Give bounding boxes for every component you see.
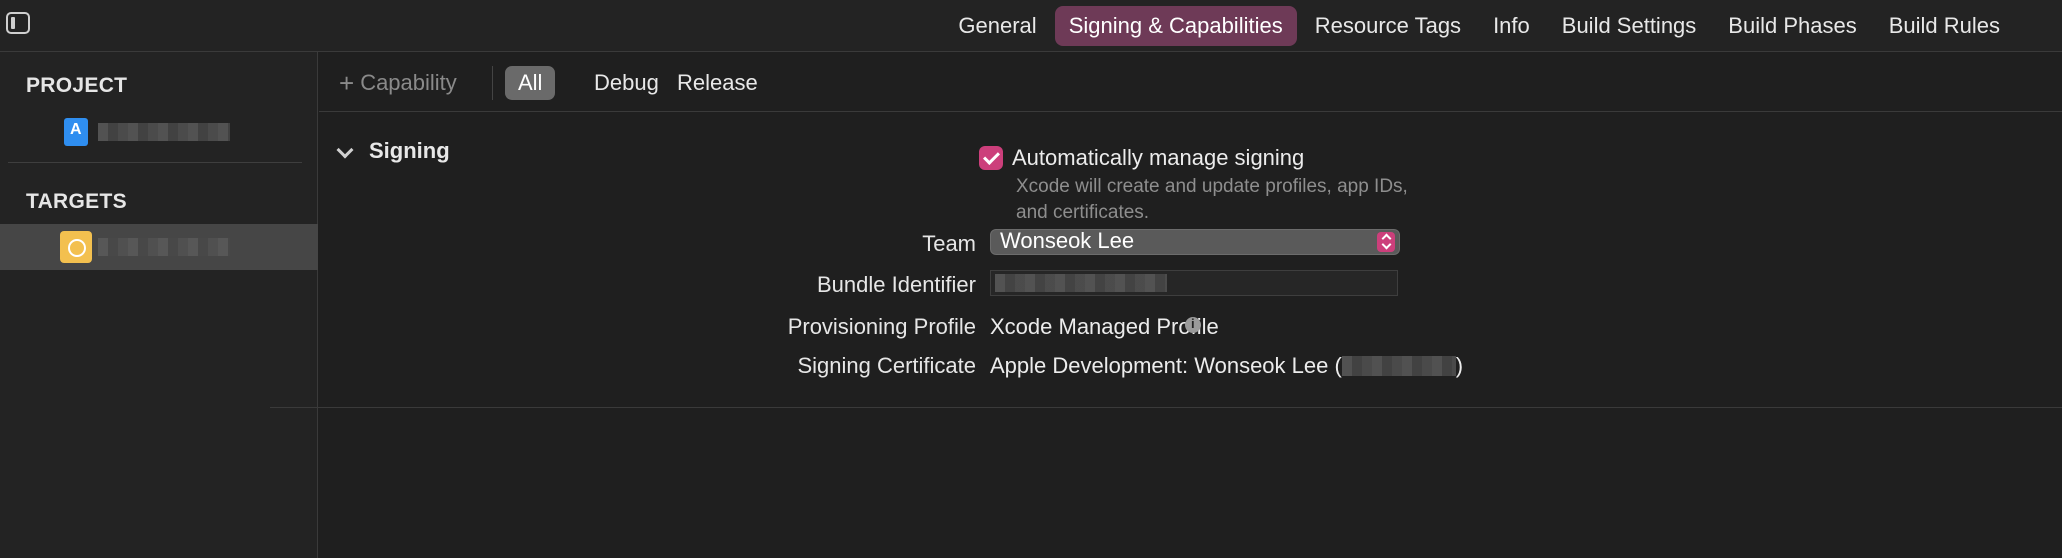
team-label: Team (922, 231, 976, 256)
project-heading: PROJECT (26, 74, 128, 97)
team-select[interactable]: Wonseok Lee (990, 228, 1400, 255)
tab-build-rules[interactable]: Build Rules (1875, 6, 2014, 46)
tab-build-settings[interactable]: Build Settings (1548, 6, 1711, 46)
tab-info[interactable]: Info (1479, 6, 1544, 46)
add-capability-button[interactable]: + Capability (339, 68, 457, 99)
sidebar-toggle-icon[interactable] (6, 12, 30, 34)
section-divider (270, 407, 2062, 408)
checkbox-checked-icon[interactable] (979, 146, 1003, 170)
tab-general[interactable]: General (944, 6, 1050, 46)
project-name-redacted (98, 123, 230, 141)
certificate-suffix: ) (1455, 353, 1464, 378)
editor-tab-bar: General Signing & Capabilities Resource … (0, 0, 2062, 52)
app-target-icon (60, 231, 92, 263)
toolbar-separator (492, 66, 493, 100)
config-debug[interactable]: Debug (581, 66, 672, 100)
stepper-icon (1377, 232, 1395, 252)
auto-manage-signing-help: Xcode will create and update profiles, a… (1016, 176, 1408, 223)
sidebar-divider (8, 162, 302, 163)
target-row[interactable] (0, 224, 318, 270)
config-all[interactable]: All (505, 66, 556, 100)
auto-manage-signing-label[interactable]: Automatically manage signing (1012, 145, 1304, 171)
certificate-id-redacted (1341, 356, 1456, 376)
editor-tabs: General Signing & Capabilities Resource … (944, 6, 2014, 46)
capabilities-toolbar: + Capability All Debug Release (319, 52, 2062, 112)
bundle-identifier-field[interactable] (990, 270, 1398, 296)
signing-certificate-label: Signing Certificate (797, 353, 976, 378)
targets-heading: TARGETS (26, 190, 127, 213)
tab-build-phases[interactable]: Build Phases (1714, 6, 1870, 46)
project-sidebar: PROJECT TARGETS (0, 52, 318, 558)
add-capability-label: Capability (360, 70, 457, 95)
project-row[interactable] (0, 112, 318, 152)
team-value: Wonseok Lee (1000, 228, 1135, 253)
signing-certificate-value: Apple Development: Wonseok Lee () (990, 353, 1463, 379)
target-name-redacted (98, 238, 230, 256)
editor-content: + Capability All Debug Release Signing (319, 52, 2062, 558)
chevron-down-icon (336, 141, 354, 159)
tab-signing-capabilities[interactable]: Signing & Capabilities (1054, 6, 1297, 46)
signing-section-header[interactable]: Signing (336, 138, 450, 164)
info-icon[interactable] (1185, 316, 1201, 333)
certificate-prefix: Apple Development: Wonseok Lee ( (990, 353, 1342, 378)
xcode-project-icon (64, 118, 88, 146)
provisioning-profile-label: Provisioning Profile (787, 314, 976, 339)
signing-section-title: Signing (369, 138, 450, 163)
plus-icon: + (339, 68, 355, 98)
bundle-id-redacted (995, 274, 1167, 292)
bundle-identifier-label: Bundle Identifier (817, 272, 976, 297)
config-release[interactable]: Release (664, 66, 771, 100)
tab-resource-tags[interactable]: Resource Tags (1301, 6, 1475, 46)
